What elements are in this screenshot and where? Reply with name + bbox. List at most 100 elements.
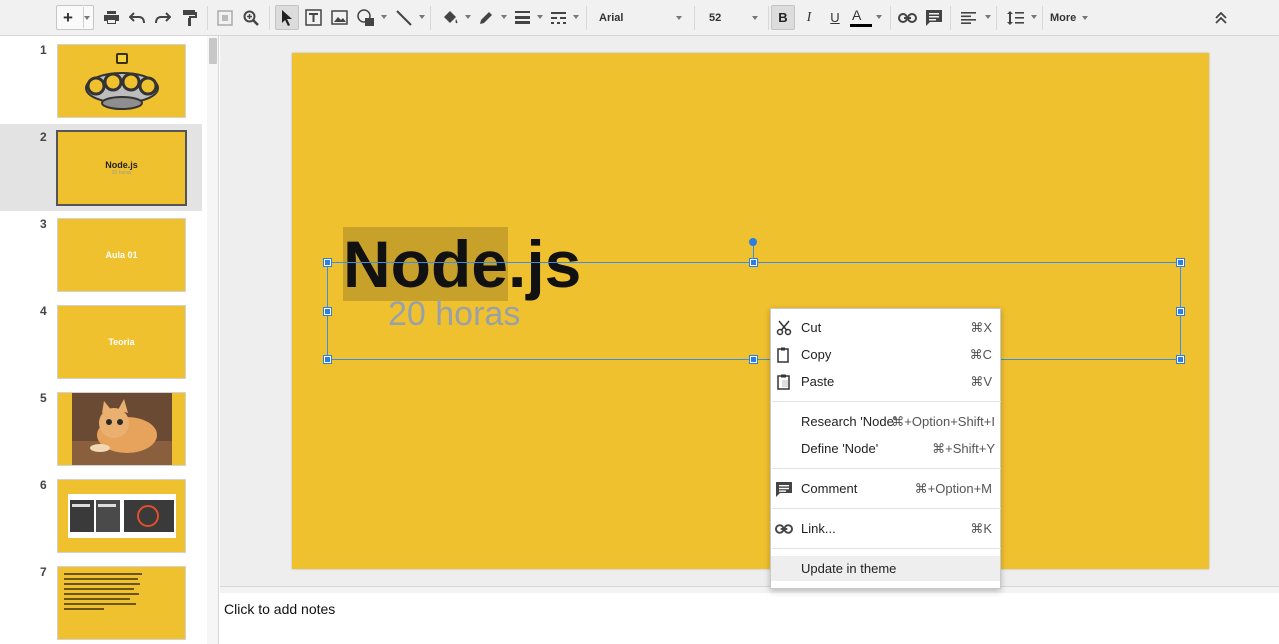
image-button[interactable] <box>329 5 349 30</box>
rotate-handle[interactable] <box>749 238 757 246</box>
redo-button[interactable] <box>153 5 173 30</box>
print-icon <box>103 11 119 24</box>
resize-handle-top-right[interactable] <box>1176 258 1185 267</box>
text-box-button[interactable] <box>303 5 323 30</box>
slide-thumbnail-6[interactable]: 6 <box>0 472 202 559</box>
speaker-notes[interactable] <box>220 593 1279 644</box>
slide-number: 6 <box>40 478 47 492</box>
menu-item-link[interactable]: Link... ⌘K <box>771 516 1000 541</box>
slide-thumbnail-7[interactable]: 7 <box>0 559 202 644</box>
bold-button[interactable]: B <box>771 5 795 30</box>
fill-color-button[interactable] <box>438 5 471 30</box>
toolbar-separator <box>694 6 695 30</box>
cut-icon <box>775 319 793 337</box>
slide-thumbnail-5[interactable]: 5 <box>0 385 202 472</box>
comment-button[interactable] <box>923 5 945 30</box>
paint-format-button[interactable] <box>180 5 200 30</box>
menu-item-paste[interactable]: Paste ⌘V <box>771 369 1000 394</box>
zoom-fit-icon <box>217 9 233 26</box>
resize-handle-top[interactable] <box>749 258 758 267</box>
menu-item-cut[interactable]: Cut ⌘X <box>771 315 1000 340</box>
border-color-icon <box>480 11 492 24</box>
slide-filmstrip[interactable]: 1 2 Node.js 20 horas 3 Aula 01 4 Teoria … <box>0 36 219 644</box>
text-box-selection[interactable] <box>327 262 1181 360</box>
align-icon <box>960 11 976 24</box>
border-weight-icon <box>514 11 530 24</box>
italic-button[interactable]: I <box>799 5 819 30</box>
knuckles-logo-icon <box>84 53 159 110</box>
toolbar-separator <box>1042 6 1043 30</box>
font-family-select[interactable]: Arial <box>594 5 686 30</box>
font-size-select[interactable]: 52 <box>704 5 762 30</box>
redo-icon <box>155 11 171 23</box>
menu-item-research[interactable]: Research 'Node' ⌘+Option+Shift+I <box>771 409 1000 434</box>
underline-button[interactable]: U <box>825 5 845 30</box>
comment-icon <box>775 480 793 498</box>
text-color-button[interactable]: A <box>849 5 883 30</box>
resize-handle-bottom-left[interactable] <box>323 355 332 364</box>
filmstrip-scrollbar[interactable] <box>207 36 218 644</box>
link-icon <box>775 520 793 538</box>
image-icon <box>330 10 348 25</box>
slide-preview <box>57 566 186 640</box>
slide-preview <box>57 44 186 118</box>
text-box-icon <box>304 9 322 26</box>
menu-item-update-in-theme[interactable]: Update in theme <box>771 556 1000 581</box>
fill-color-icon <box>444 10 458 23</box>
resize-handle-right[interactable] <box>1176 307 1185 316</box>
more-menu-button[interactable]: More <box>1046 5 1092 30</box>
menu-item-copy[interactable]: Copy ⌘C <box>771 342 1000 367</box>
toolbar-separator <box>996 6 997 30</box>
slide-thumbnail-1[interactable]: 1 <box>0 37 202 124</box>
resize-handle-bottom-right[interactable] <box>1176 355 1185 364</box>
resize-handle-left[interactable] <box>323 307 332 316</box>
paste-icon <box>775 373 793 391</box>
toolbar-separator <box>207 6 208 30</box>
select-tool-button[interactable] <box>275 5 299 30</box>
menu-item-comment[interactable]: Comment ⌘+Option+M <box>771 476 1000 501</box>
toolbar-separator <box>269 6 270 30</box>
zoom-button[interactable] <box>241 5 261 30</box>
menu-item-label: Comment <box>801 481 858 496</box>
zoom-icon <box>243 10 259 26</box>
slide-thumbnail-3[interactable]: 3 Aula 01 <box>0 211 202 298</box>
menu-item-define[interactable]: Define 'Node' ⌘+Shift+Y <box>771 436 1000 461</box>
line-spacing-button[interactable] <box>1002 5 1037 30</box>
resize-handle-top-left[interactable] <box>323 258 332 267</box>
shape-button[interactable] <box>354 5 387 30</box>
link-icon <box>897 12 917 23</box>
copy-icon <box>775 346 793 364</box>
line-button[interactable] <box>392 5 425 30</box>
menu-item-shortcut: ⌘X <box>970 319 992 335</box>
slide-thumbnail-2[interactable]: 2 Node.js 20 horas <box>0 124 202 211</box>
resize-handle-bottom[interactable] <box>749 355 758 364</box>
zoom-fit-button[interactable] <box>215 5 235 30</box>
slide-thumbnail-4[interactable]: 4 Teoria <box>0 298 202 385</box>
insert-link-button[interactable] <box>896 5 918 30</box>
menu-item-shortcut: ⌘V <box>970 373 992 389</box>
notes-placeholder[interactable]: Click to add notes <box>224 601 335 617</box>
border-weight-button[interactable] <box>510 5 543 30</box>
menu-separator <box>772 548 1001 549</box>
border-color-button[interactable] <box>474 5 507 30</box>
menu-item-shortcut: ⌘C <box>969 346 992 362</box>
print-button[interactable] <box>101 5 121 30</box>
collapse-toolbar-button[interactable] <box>1211 5 1231 30</box>
filmstrip-scroll-thumb[interactable] <box>209 38 217 64</box>
diagram-preview-icon <box>67 494 176 538</box>
font-size-value: 52 <box>709 11 722 24</box>
align-button[interactable] <box>956 5 991 30</box>
menu-item-label: Define 'Node' <box>801 441 879 456</box>
undo-icon <box>129 11 145 23</box>
toolbar-separator <box>586 6 587 30</box>
border-dash-button[interactable] <box>546 5 579 30</box>
slide-preview: Teoria <box>57 305 186 379</box>
undo-button[interactable] <box>127 5 147 30</box>
menu-item-label: Copy <box>801 347 832 362</box>
menu-item-shortcut: ⌘K <box>970 520 992 536</box>
line-icon <box>396 9 412 26</box>
italic-icon: I <box>806 9 812 25</box>
border-dash-icon <box>550 11 566 24</box>
new-slide-button[interactable]: + <box>56 5 94 30</box>
context-menu: Cut ⌘X Copy ⌘C Paste ⌘V Research 'Node' … <box>770 308 1001 589</box>
